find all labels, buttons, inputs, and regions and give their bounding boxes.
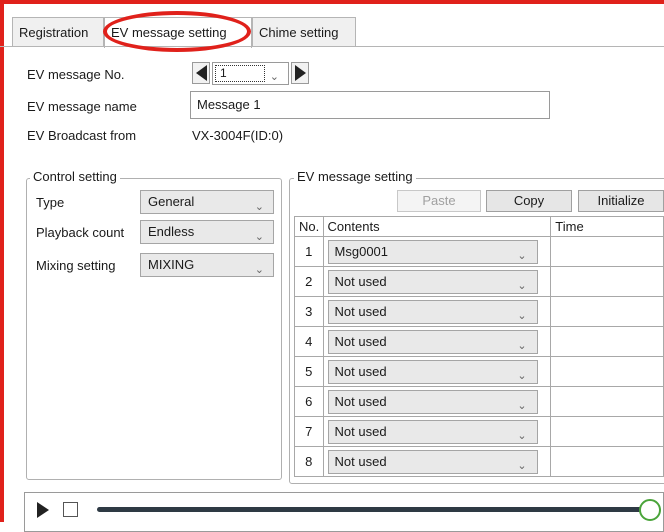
mixing-setting-label: Mixing setting [36, 258, 116, 273]
chevron-down-icon: ⌄ [517, 310, 527, 322]
contents-select[interactable]: Not used ⌄ [327, 360, 538, 384]
chevron-down-icon: ⌄ [517, 460, 527, 472]
stop-button[interactable] [63, 502, 78, 517]
mixing-setting-select[interactable]: MIXING ⌄ [140, 253, 274, 277]
initialize-button[interactable]: Initialize [578, 190, 664, 212]
tab-chime-setting[interactable]: Chime setting [252, 17, 356, 47]
ev-message-name-input[interactable]: Message 1 [190, 91, 550, 119]
chevron-down-icon: ⌄ [517, 340, 527, 352]
chevron-down-icon: ⌄ [517, 370, 527, 382]
contents-cell: Not used ⌄ [322, 356, 552, 387]
row-number: 4 [294, 326, 324, 357]
table-row: 1 Msg0001 ⌄ [294, 236, 664, 267]
row-number: 7 [294, 416, 324, 447]
contents-cell: Not used ⌄ [322, 416, 552, 447]
seek-slider[interactable] [97, 507, 647, 512]
contents-value: Not used [334, 304, 387, 319]
ev-message-name-label: EV message name [27, 99, 137, 114]
time-cell[interactable] [550, 326, 664, 357]
table-row: 5 Not used ⌄ [294, 356, 664, 387]
table-row: 3 Not used ⌄ [294, 296, 664, 327]
tab-divider [0, 46, 664, 47]
ev-message-setting-title: EV message setting [294, 169, 416, 184]
time-cell[interactable] [550, 356, 664, 387]
ev-message-table: No. Contents Time 1 Msg0001 ⌄ 2 Not used ⌄ 3 No… [294, 216, 664, 477]
row-number: 2 [294, 266, 324, 297]
table-row: 7 Not used ⌄ [294, 416, 664, 447]
column-header-time: Time [550, 216, 664, 237]
tab-registration[interactable]: Registration [12, 17, 104, 47]
type-select[interactable]: General ⌄ [140, 190, 274, 214]
chevron-down-icon: ⌄ [517, 280, 527, 292]
control-setting-title: Control setting [30, 169, 120, 184]
ev-message-no-label: EV message No. [27, 67, 125, 82]
time-cell[interactable] [550, 416, 664, 447]
chevron-down-icon: ⌄ [517, 430, 527, 442]
prev-message-button[interactable] [192, 62, 210, 84]
playback-count-select[interactable]: Endless ⌄ [140, 220, 274, 244]
contents-select[interactable]: Not used ⌄ [327, 390, 538, 414]
chevron-down-icon: ⌄ [254, 264, 264, 276]
ev-broadcast-from-label: EV Broadcast from [27, 128, 137, 143]
mixing-setting-value: MIXING [148, 257, 195, 272]
play-icon[interactable] [37, 502, 49, 518]
time-cell[interactable] [550, 386, 664, 417]
contents-cell: Msg0001 ⌄ [322, 236, 552, 267]
chevron-down-icon: ⌄ [517, 250, 527, 262]
contents-value: Not used [334, 334, 387, 349]
chevron-down-icon: ⌄ [269, 71, 279, 83]
contents-cell: Not used ⌄ [322, 386, 552, 417]
row-number: 3 [294, 296, 324, 327]
row-number: 5 [294, 356, 324, 387]
contents-select[interactable]: Msg0001 ⌄ [327, 240, 538, 264]
table-row: 6 Not used ⌄ [294, 386, 664, 417]
time-cell[interactable] [550, 236, 664, 267]
contents-select[interactable]: Not used ⌄ [327, 300, 538, 324]
contents-value: Not used [334, 274, 387, 289]
playback-count-value: Endless [148, 224, 195, 239]
contents-value: Not used [334, 364, 387, 379]
playback-bar [24, 492, 664, 532]
contents-cell: Not used ⌄ [322, 326, 552, 357]
row-number: 8 [294, 446, 324, 477]
contents-cell: Not used ⌄ [322, 446, 552, 477]
contents-value: Not used [334, 394, 387, 409]
row-number: 1 [294, 236, 324, 267]
contents-cell: Not used ⌄ [322, 266, 552, 297]
table-header-row: No. Contents Time [294, 216, 664, 237]
time-cell[interactable] [550, 296, 664, 327]
arrow-right-icon [294, 65, 306, 81]
time-cell[interactable] [550, 446, 664, 477]
type-label: Type [36, 195, 65, 210]
contents-value: Not used [334, 454, 387, 469]
ev-broadcast-from-value: VX-3004F(ID:0) [192, 128, 284, 143]
chevron-down-icon: ⌄ [254, 231, 264, 243]
table-row: 4 Not used ⌄ [294, 326, 664, 357]
row-number: 6 [294, 386, 324, 417]
contents-select[interactable]: Not used ⌄ [327, 330, 538, 354]
tab-ev-message-setting[interactable]: EV message setting [104, 17, 252, 48]
contents-cell: Not used ⌄ [322, 296, 552, 327]
playback-count-label: Playback count [36, 225, 125, 240]
chevron-down-icon: ⌄ [254, 201, 264, 213]
table-row: 8 Not used ⌄ [294, 446, 664, 477]
chevron-down-icon: ⌄ [517, 400, 527, 412]
paste-button[interactable]: Paste [397, 190, 481, 212]
ev-message-no-select[interactable]: 1 ⌄ [212, 62, 289, 85]
arrow-left-icon [195, 65, 207, 81]
time-cell[interactable] [550, 266, 664, 297]
contents-select[interactable]: Not used ⌄ [327, 420, 538, 444]
column-header-contents: Contents [322, 216, 552, 237]
type-value: General [148, 194, 195, 209]
contents-select[interactable]: Not used ⌄ [327, 450, 538, 474]
contents-value: Not used [334, 424, 387, 439]
contents-select[interactable]: Not used ⌄ [327, 270, 538, 294]
focus-rect [215, 65, 265, 82]
table-row: 2 Not used ⌄ [294, 266, 664, 297]
column-header-no: No. [294, 216, 324, 237]
next-message-button[interactable] [291, 62, 309, 84]
contents-value: Msg0001 [334, 244, 389, 259]
copy-button[interactable]: Copy [486, 190, 572, 212]
seek-thumb[interactable] [639, 499, 661, 521]
